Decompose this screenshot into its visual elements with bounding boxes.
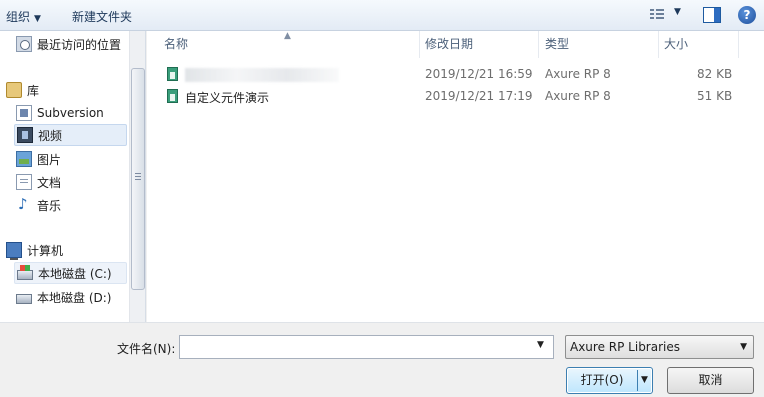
file-type: Axure RP 8 (545, 89, 611, 103)
nav-item-subversion[interactable]: Subversion (16, 102, 144, 124)
nav-item-videos[interactable]: 视频 (14, 124, 127, 146)
nav-item-pictures[interactable]: 图片 (16, 148, 144, 170)
axure-file-icon (167, 67, 178, 81)
nav-item-music[interactable]: 音乐 (16, 194, 144, 216)
nav-item-label: 最近访问的位置 (37, 37, 122, 52)
drive-c-icon (17, 265, 33, 280)
nav-item-label: 图片 (37, 152, 62, 167)
nav-item-documents[interactable]: 文档 (16, 171, 144, 193)
organize-menu-button[interactable]: 组织 ▼ (6, 8, 41, 25)
split-divider (637, 370, 638, 391)
nav-scrollbar[interactable] (129, 31, 145, 322)
view-list-icon (650, 9, 664, 21)
videos-icon (17, 127, 33, 143)
file-list: 名称 ▲ 修改日期 类型 大小 2019/12/21 16:59 Axure R… (147, 31, 764, 322)
open-button[interactable]: 打开(O) ▼ (566, 367, 653, 394)
file-size: 51 KB (697, 89, 733, 103)
file-row[interactable]: 2019/12/21 16:59 Axure RP 8 82 KB (147, 66, 747, 84)
filename-label: 文件名(N): (117, 342, 176, 356)
nav-item-label: 音乐 (37, 198, 62, 213)
drive-d-icon (16, 294, 32, 304)
chevron-down-icon[interactable]: ▼ (641, 368, 648, 393)
nav-item-label: 文档 (37, 175, 62, 190)
file-size: 82 KB (697, 67, 733, 81)
sort-up-icon: ▲ (284, 31, 291, 41)
cancel-button[interactable]: 取消 (667, 367, 754, 394)
navigation-pane: 最近访问的位置 库 Subversion 视频 图片 文档 音乐 计算机 本地磁… (0, 31, 146, 322)
chevron-down-icon: ▼ (740, 342, 747, 352)
command-toolbar: 组织 ▼ 新建文件夹 ▼ ? (0, 0, 764, 31)
recent-places-icon (16, 36, 32, 52)
open-button-label: 打开(O) (580, 373, 624, 387)
organize-label: 组织 (6, 10, 31, 24)
file-name: 自定义元件演示 (185, 91, 270, 105)
file-type-value: Axure RP Libraries (570, 340, 680, 354)
nav-item-libraries[interactable]: 库 (6, 79, 134, 101)
nav-item-label: 本地磁盘 (D:) (37, 290, 112, 305)
chevron-down-icon: ▼ (34, 14, 41, 24)
nav-item-label: 库 (27, 83, 40, 98)
column-header-type[interactable]: 类型 (539, 31, 659, 58)
chevron-down-icon[interactable]: ▼ (537, 340, 544, 350)
filename-input[interactable] (179, 335, 554, 359)
nav-item-drive-c[interactable]: 本地磁盘 (C:) (14, 262, 127, 284)
nav-item-recent-places[interactable]: 最近访问的位置 (16, 33, 144, 55)
column-header-date[interactable]: 修改日期 (420, 31, 539, 58)
nav-item-label: Subversion (37, 106, 104, 120)
column-header-name[interactable]: 名称 ▲ (147, 31, 420, 58)
file-date: 2019/12/21 16:59 (425, 67, 533, 81)
preview-pane-icon[interactable] (703, 7, 721, 23)
computer-icon (6, 242, 22, 260)
subversion-icon (16, 105, 32, 121)
help-icon[interactable]: ? (738, 6, 756, 24)
nav-item-label: 本地磁盘 (C:) (38, 266, 112, 281)
axure-file-icon (167, 89, 178, 103)
column-header-size[interactable]: 大小 (659, 31, 739, 58)
column-header-label: 名称 (164, 37, 189, 51)
nav-item-label: 计算机 (27, 243, 64, 258)
libraries-icon (6, 82, 22, 98)
nav-item-drive-d[interactable]: 本地磁盘 (D:) (16, 286, 144, 308)
dialog-footer: 文件名(N): ▼ Axure RP Libraries ▼ 打开(O) ▼ 取… (0, 322, 764, 397)
pictures-icon (16, 151, 32, 167)
file-type: Axure RP 8 (545, 67, 611, 81)
file-type-select[interactable]: Axure RP Libraries ▼ (565, 335, 754, 359)
change-view-button[interactable]: ▼ (648, 7, 688, 24)
nav-item-label: 视频 (38, 128, 63, 143)
nav-item-computer[interactable]: 计算机 (6, 239, 134, 261)
chevron-down-icon: ▼ (674, 7, 681, 17)
blurred-filename (185, 68, 339, 82)
music-icon (16, 195, 32, 213)
file-date: 2019/12/21 17:19 (425, 89, 533, 103)
file-row[interactable]: 自定义元件演示 2019/12/21 17:19 Axure RP 8 51 K… (147, 88, 747, 106)
scrollbar-thumb[interactable] (131, 68, 145, 290)
documents-icon (16, 174, 32, 190)
new-folder-button[interactable]: 新建文件夹 (72, 8, 132, 25)
grip-icon (135, 173, 141, 181)
